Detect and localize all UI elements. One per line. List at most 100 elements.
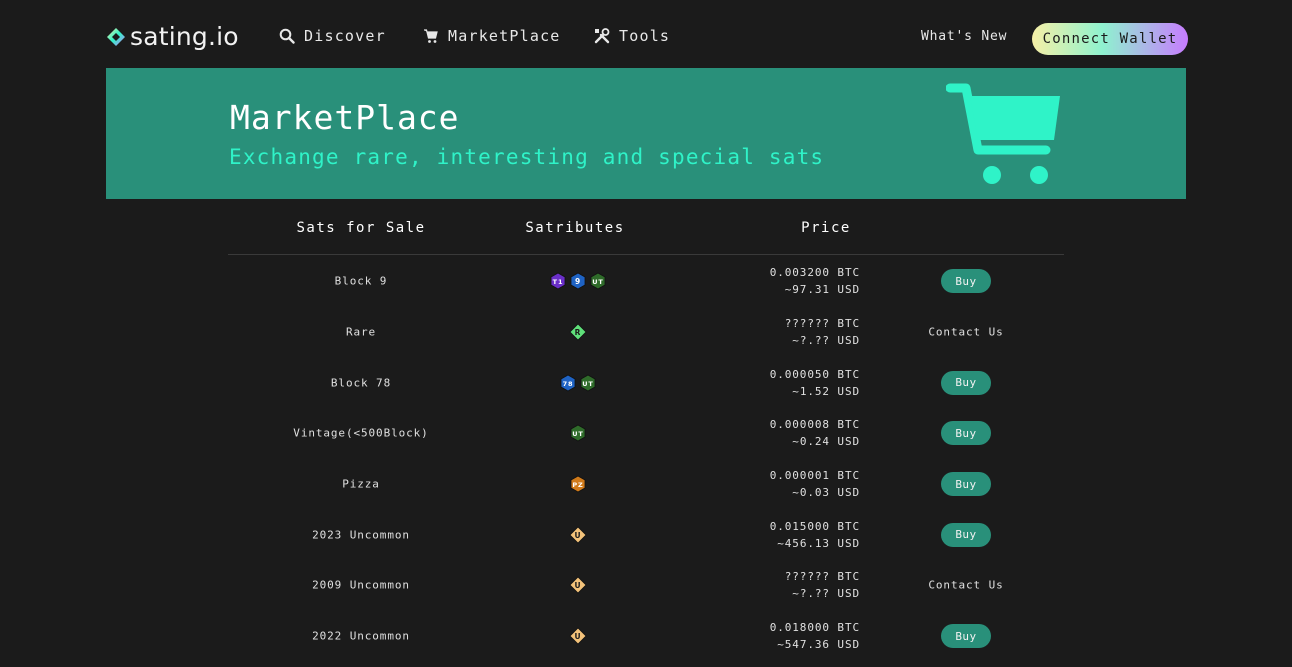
logo[interactable]: sating.io <box>106 22 239 52</box>
satribute-badge-icon[interactable]: U <box>569 526 587 544</box>
price-usd: ~?.?? USD <box>792 334 860 348</box>
price-btc: ?????? BTC <box>784 317 860 331</box>
buy-button[interactable]: Buy <box>941 624 991 649</box>
buy-button[interactable]: Buy <box>941 421 991 446</box>
satribute-badges: UT <box>569 424 587 442</box>
satribute-badge-label: 9 <box>575 277 581 286</box>
price-usd: ~1.52 USD <box>792 384 860 398</box>
contact-us-link[interactable]: Contact Us <box>928 579 1003 592</box>
price-usd: ~547.36 USD <box>777 638 860 652</box>
satribute-badge-label: T1 <box>553 278 564 286</box>
nav-discover-label: Discover <box>304 27 386 45</box>
satribute-badge-icon[interactable]: U <box>569 627 587 645</box>
satribute-badge-label: U <box>575 531 582 540</box>
action-cell: Contact Us <box>928 326 1003 339</box>
satribute-badge-label: U <box>575 581 582 590</box>
sat-name: Pizza <box>342 477 380 491</box>
price-btc: 0.015000 BTC <box>769 519 860 533</box>
satribute-badges: PZ <box>569 475 587 493</box>
sats-table: Sats for Sale Satributes Price Block 9 T1… <box>228 210 1064 662</box>
satribute-badge-icon[interactable]: R <box>569 323 587 341</box>
satribute-badge-icon[interactable]: PZ <box>569 475 587 493</box>
hero-banner: MarketPlace Exchange rare, interesting a… <box>106 68 1186 199</box>
sat-name: 2009 Uncommon <box>312 578 410 592</box>
action-cell: Contact Us <box>928 579 1003 592</box>
table-row: 2009 Uncommon U ?????? BTC ~?.?? USD Contact… <box>228 560 1064 611</box>
satribute-badge-label: U <box>575 632 582 641</box>
table-header: Sats for Sale Satributes Price <box>228 210 1064 255</box>
table-row: 2023 Uncommon U 0.015000 BTC ~456.13 USD Buy <box>228 509 1064 560</box>
price-btc: 0.000008 BTC <box>769 418 860 432</box>
buy-button[interactable]: Buy <box>941 370 991 395</box>
price-usd: ~0.03 USD <box>792 486 860 500</box>
satribute-badge-icon[interactable]: T1 <box>549 272 567 290</box>
nav-discover[interactable]: Discover <box>279 27 386 45</box>
sat-name: Block 9 <box>334 274 388 288</box>
price-cell: ?????? BTC ~?.?? USD <box>785 315 860 349</box>
connect-wallet-button[interactable]: Connect Wallet <box>1032 23 1188 55</box>
price-usd: ~0.24 USD <box>792 435 860 449</box>
cart-icon <box>424 29 438 43</box>
price-cell: 0.015000 BTC ~456.13 USD <box>770 518 860 552</box>
action-cell: Buy <box>941 522 991 547</box>
price-cell: 0.000008 BTC ~0.24 USD <box>770 416 860 450</box>
satribute-badge-icon[interactable]: 78 <box>559 374 577 392</box>
whats-new-link[interactable]: What's New <box>921 29 1007 44</box>
table-row: Block 78 78 UT 0.000050 BTC ~1.52 USD Buy <box>228 357 1064 408</box>
buy-button[interactable]: Buy <box>941 472 991 497</box>
satribute-badge-icon[interactable]: UT <box>569 424 587 442</box>
table-row: Block 9 T1 9 UT 0.003200 BTC ~97.31 USD Buy <box>228 256 1064 307</box>
satribute-badge-icon[interactable]: UT <box>579 374 597 392</box>
price-btc: 0.018000 BTC <box>769 621 860 635</box>
price-cell: 0.000050 BTC ~1.52 USD <box>770 366 860 400</box>
sat-name: Vintage(<500Block) <box>293 426 429 440</box>
satribute-badges: U <box>569 627 587 645</box>
table-row: Rare R ?????? BTC ~?.?? USD Contact Us <box>228 307 1064 358</box>
table-row: Pizza PZ 0.000001 BTC ~0.03 USD Buy <box>228 459 1064 510</box>
nav-tools[interactable]: Tools <box>594 27 670 45</box>
buy-button[interactable]: Buy <box>941 522 991 547</box>
price-cell: 0.000001 BTC ~0.03 USD <box>770 467 860 501</box>
price-btc: ?????? BTC <box>784 570 860 584</box>
price-usd: ~?.?? USD <box>792 587 860 601</box>
buy-button[interactable]: Buy <box>941 269 991 294</box>
satribute-badge-label: UT <box>582 380 594 388</box>
action-cell: Buy <box>941 421 991 446</box>
price-btc: 0.000050 BTC <box>769 367 860 381</box>
table-row: 2022 Uncommon U 0.018000 BTC ~547.36 USD Buy <box>228 611 1064 662</box>
action-cell: Buy <box>941 472 991 497</box>
satribute-badge-label: UT <box>592 278 604 286</box>
satribute-badges: 78 UT <box>559 374 597 392</box>
price-btc: 0.000001 BTC <box>769 469 860 483</box>
price-cell: 0.003200 BTC ~97.31 USD <box>770 264 860 298</box>
satribute-badge-label: 78 <box>563 380 574 388</box>
satribute-badges: T1 9 UT <box>549 272 607 290</box>
satribute-badge-icon[interactable]: U <box>569 576 587 595</box>
header-satributes: Satributes <box>525 220 625 236</box>
satribute-badge-label: PZ <box>572 481 583 489</box>
price-cell: 0.018000 BTC ~547.36 USD <box>770 619 860 653</box>
logo-text: sating.io <box>130 22 239 51</box>
header-price: Price <box>801 220 851 236</box>
page-title: MarketPlace <box>230 98 460 137</box>
header-sats-for-sale: Sats for Sale <box>296 220 426 236</box>
page-subtitle: Exchange rare, interesting and special s… <box>229 145 825 169</box>
table-body: Block 9 T1 9 UT 0.003200 BTC ~97.31 USD Buy Rar… <box>228 256 1064 662</box>
satribute-badges: R <box>569 323 587 341</box>
action-cell: Buy <box>941 624 991 649</box>
sat-name: 2023 Uncommon <box>312 528 410 542</box>
shopping-cart-icon <box>946 83 1060 184</box>
nav-marketplace[interactable]: MarketPlace <box>423 27 561 45</box>
search-icon <box>279 28 295 44</box>
satribute-badges: U <box>569 576 587 595</box>
contact-us-link[interactable]: Contact Us <box>928 326 1003 339</box>
price-usd: ~456.13 USD <box>777 536 860 550</box>
price-usd: ~97.31 USD <box>784 283 860 297</box>
satribute-badge-icon[interactable]: 9 <box>569 272 587 290</box>
price-cell: ?????? BTC ~?.?? USD <box>785 568 860 602</box>
sat-name: Rare <box>345 325 377 339</box>
nav-tools-label: Tools <box>619 27 671 45</box>
price-btc: 0.003200 BTC <box>769 266 860 280</box>
satribute-badge-label: R <box>575 328 582 337</box>
satribute-badge-icon[interactable]: UT <box>589 272 607 290</box>
